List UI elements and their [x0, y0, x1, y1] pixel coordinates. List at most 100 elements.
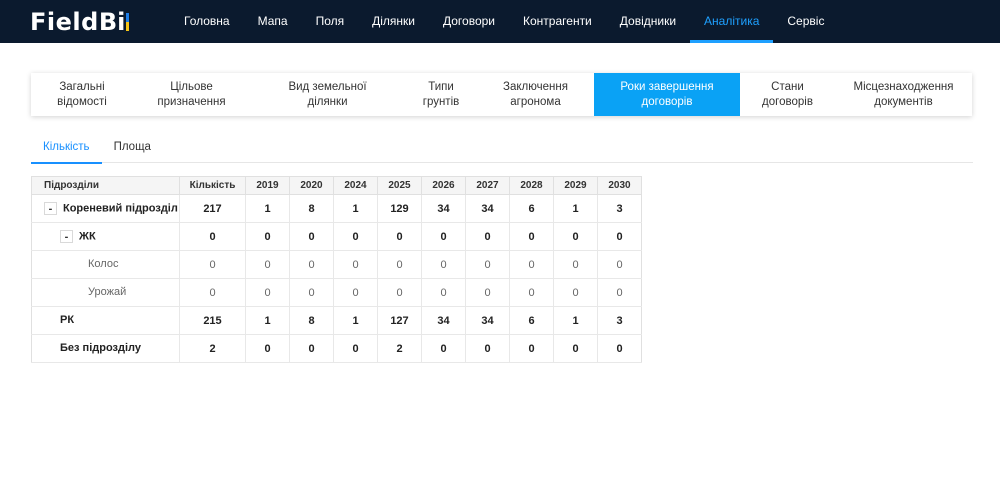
collapse-toggle-icon[interactable]: -: [44, 202, 57, 215]
table-row: РК 215 1 8 1 127 34 34 6 1 3: [31, 306, 642, 335]
card-label-line1: Вид земельної: [288, 80, 367, 93]
main-nav: Головна Мапа Поля Ділянки Договори Контрагент…: [170, 0, 838, 43]
row-name-cell: Урожай: [31, 278, 180, 307]
tab-area[interactable]: Площа: [102, 134, 163, 163]
row-name-cell: Колос: [31, 250, 180, 279]
table-row: Урожай 0 0 0 0 0 0 0 0 0 0: [31, 278, 642, 307]
year-cell: 6: [509, 306, 554, 335]
collapse-toggle-icon[interactable]: -: [60, 230, 73, 243]
column-header: 2019: [245, 176, 290, 195]
year-cell: 0: [509, 250, 554, 279]
card-label-line2: договорів: [641, 95, 693, 108]
column-header: 2026: [421, 176, 466, 195]
fieldbi-logo[interactable]: Field Bi: [30, 8, 130, 36]
card-label-line1: Типи: [428, 80, 454, 93]
count-cell: 215: [179, 306, 246, 335]
column-header: 2027: [465, 176, 510, 195]
nav-item-map[interactable]: Мапа: [244, 0, 302, 43]
year-cell: 8: [289, 306, 334, 335]
year-cell: 0: [289, 278, 334, 307]
year-cell: 0: [553, 222, 598, 251]
year-cell: 0: [245, 250, 290, 279]
year-cell: 0: [377, 222, 422, 251]
row-name: Кореневий підрозділ: [63, 202, 178, 215]
table-header-row: Підрозділи Кількість 2019 2020 2024 2025 2026 2…: [31, 176, 642, 195]
row-name-cell: РК: [31, 306, 180, 335]
top-navbar: Field Bi Головна Мапа Поля Ділянки Договори К…: [0, 0, 1000, 43]
year-cell: 0: [333, 222, 378, 251]
card-plot-type[interactable]: Вид земельної ділянки: [250, 73, 405, 116]
year-cell: 6: [509, 194, 554, 223]
year-cell: 0: [509, 334, 554, 363]
nav-item-home[interactable]: Головна: [170, 0, 244, 43]
year-cell: 0: [245, 222, 290, 251]
nav-item-directories[interactable]: Довідники: [606, 0, 690, 43]
year-cell: 34: [421, 194, 466, 223]
year-cell: 1: [245, 194, 290, 223]
year-cell: 0: [465, 250, 510, 279]
card-label: Загальні відомості: [57, 80, 107, 110]
tab-count[interactable]: Кількість: [31, 134, 102, 164]
year-cell: 129: [377, 194, 422, 223]
table-row: - ЖК 0 0 0 0 0 0 0 0 0 0: [31, 222, 642, 251]
row-name-cell: - ЖК: [31, 222, 180, 251]
card-document-location[interactable]: Місцезнаходження документів: [835, 73, 972, 116]
column-header: Кількість: [179, 176, 246, 195]
year-cell: 34: [465, 194, 510, 223]
year-cell: 0: [245, 334, 290, 363]
nav-item-analytics[interactable]: Аналітика: [690, 0, 774, 43]
year-cell: 0: [597, 250, 642, 279]
nav-item-plots[interactable]: Ділянки: [358, 0, 429, 43]
year-cell: 0: [377, 278, 422, 307]
year-cell: 0: [289, 250, 334, 279]
card-label-line1: Стани: [771, 80, 804, 93]
card-label-line2: призначення: [157, 95, 226, 108]
card-contract-end-years[interactable]: Роки завершення договорів: [594, 73, 740, 116]
card-label: Стани договорів: [762, 80, 813, 110]
card-label-line2: відомості: [57, 95, 107, 108]
year-cell: 0: [465, 278, 510, 307]
column-header: 2028: [509, 176, 554, 195]
nav-item-contracts[interactable]: Договори: [429, 0, 509, 43]
column-header: 2025: [377, 176, 422, 195]
card-label-line2: агронома: [510, 95, 561, 108]
year-cell: 0: [465, 334, 510, 363]
row-name-cell: - Кореневий підрозділ: [31, 194, 180, 223]
card-label-line1: Цільове: [170, 80, 213, 93]
card-soil-types[interactable]: Типи грунтів: [405, 73, 477, 116]
card-label-line2: договорів: [762, 95, 813, 108]
logo-bi-text: Bi: [99, 8, 130, 36]
count-cell: 0: [179, 278, 246, 307]
nav-item-service[interactable]: Сервіс: [773, 0, 838, 43]
year-cell: 0: [509, 278, 554, 307]
year-cell: 0: [289, 334, 334, 363]
card-contract-states[interactable]: Стани договорів: [740, 73, 835, 116]
card-label-line1: Заключення: [503, 80, 568, 93]
card-agronomist[interactable]: Заключення агронома: [477, 73, 594, 116]
analytics-table: Підрозділи Кількість 2019 2020 2024 2025 2026 2…: [31, 176, 642, 363]
card-general[interactable]: Загальні відомості: [31, 73, 133, 116]
nav-item-counterparties[interactable]: Контрагенти: [509, 0, 606, 43]
nav-item-fields[interactable]: Поля: [302, 0, 359, 43]
year-cell: 8: [289, 194, 334, 223]
year-cell: 0: [421, 278, 466, 307]
card-label-line2: ділянки: [307, 95, 348, 108]
year-cell: 1: [333, 194, 378, 223]
row-name: Без підрозділу: [60, 342, 141, 355]
card-label-line2: грунтів: [422, 95, 460, 108]
year-cell: 0: [421, 222, 466, 251]
row-name: ЖК: [79, 230, 96, 243]
year-cell: 1: [333, 306, 378, 335]
card-label-line2: документів: [874, 95, 933, 108]
row-name-cell: Без підрозділу: [31, 334, 180, 363]
year-cell: 0: [509, 222, 554, 251]
card-purpose[interactable]: Цільове призначення: [133, 73, 250, 116]
row-name: Колос: [88, 258, 119, 271]
year-cell: 1: [553, 306, 598, 335]
year-cell: 0: [597, 334, 642, 363]
count-cell: 217: [179, 194, 246, 223]
year-cell: 1: [553, 194, 598, 223]
year-cell: 1: [245, 306, 290, 335]
year-cell: 0: [421, 250, 466, 279]
year-cell: 2: [377, 334, 422, 363]
